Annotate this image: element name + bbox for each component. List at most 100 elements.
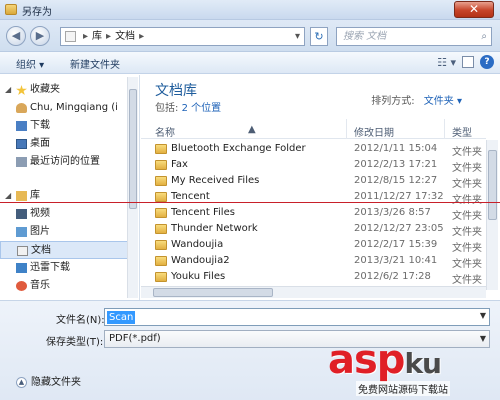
organize-button[interactable]: 组织 ▾ [16, 56, 44, 71]
file-modified-date: 2012/1/11 15:04 [354, 143, 438, 154]
nav-item-recent[interactable]: 最近访问的位置 [0, 153, 128, 171]
file-list-hscrollbar[interactable] [141, 286, 486, 298]
watermark: aspku 免费网站源码下载站 [328, 337, 500, 400]
table-row[interactable]: Youku Files 2012/6/2 17:28 文件夹 [141, 269, 486, 286]
table-row[interactable]: Wandoujia 2012/2/17 15:39 文件夹 [141, 237, 486, 254]
folder-icon [155, 224, 167, 234]
chevron-down-icon[interactable]: ▼ [480, 311, 486, 320]
address-row: ◀ ▶ ▸ 库 ▸ 文档 ▸ ▾ ↻ 搜索 文档 ⌕ [0, 20, 500, 52]
locations-link[interactable]: 2 个位置 [182, 103, 222, 114]
folder-icon [155, 176, 167, 186]
filename-input[interactable]: Scan ▼ [104, 308, 490, 326]
forward-button[interactable]: ▶ [30, 26, 50, 46]
library-title: 文档库 [155, 83, 197, 99]
vscrollbar-thumb[interactable] [488, 150, 497, 220]
chevron-down-icon[interactable]: ▾ [295, 28, 300, 45]
nav-favorites[interactable]: ◢ 收藏夹 [0, 81, 128, 99]
nav-item-videos[interactable]: 视频 [0, 205, 128, 223]
folder-icon [155, 240, 167, 250]
table-row[interactable]: My Received Files 2012/8/15 12:27 文件夹 [141, 173, 486, 190]
hide-folders-button[interactable]: ▲ 隐藏文件夹 [16, 373, 81, 388]
table-row[interactable]: Bluetooth Exchange Folder 2012/1/11 15:04… [141, 141, 486, 158]
column-header-type[interactable]: 类型 [452, 124, 472, 139]
file-list-pane: 文档库 包括: 2 个位置 排列方式: 文件夹 ▾ ▲ 名称 修改日期 类型 B… [141, 75, 500, 300]
new-folder-button[interactable]: 新建文件夹 [70, 56, 120, 71]
hscrollbar-thumb[interactable] [153, 288, 273, 297]
desktop-icon [16, 139, 27, 149]
filename-value: Scan [107, 311, 136, 324]
watermark-tagline: 免费网站源码下载站 [356, 381, 450, 396]
nav-item-documents[interactable]: 文档 [0, 241, 128, 259]
collapse-icon: ▲ [16, 376, 27, 388]
filename-label: 文件名(N): [56, 315, 105, 326]
filetype-label: 保存类型(T): [46, 337, 104, 348]
search-placeholder: 搜索 文档 [343, 31, 387, 42]
file-name: Wandoujia [171, 239, 224, 250]
watermark-logo: aspku [328, 337, 442, 383]
breadcrumb-library[interactable]: 库 [92, 31, 102, 42]
table-row[interactable]: Thunder Network 2012/12/27 23:05 文件夹 [141, 221, 486, 238]
nav-item-desktop[interactable]: 桌面 [0, 135, 128, 153]
file-modified-date: 2013/3/21 10:41 [354, 255, 438, 266]
folder-icon [5, 4, 17, 15]
nav-item-user[interactable]: Chu, Mingqiang (i [0, 99, 128, 117]
view-options-icon[interactable]: ☷ ▾ [437, 56, 456, 69]
pictures-icon [16, 227, 27, 237]
preview-pane-icon[interactable] [462, 56, 474, 68]
table-row[interactable]: Tencent Files 2013/3/26 8:57 文件夹 [141, 205, 486, 222]
file-type: 文件夹 [452, 259, 482, 270]
arrange-by-dropdown[interactable]: 文件夹 ▾ [424, 96, 462, 107]
file-type: 文件夹 [452, 227, 482, 238]
breadcrumb-documents[interactable]: 文档 [115, 31, 135, 42]
file-name: Fax [171, 159, 188, 170]
library-icon [16, 191, 27, 201]
file-type: 文件夹 [452, 243, 482, 254]
star-icon [16, 85, 27, 95]
file-type: 文件夹 [452, 211, 482, 222]
help-button[interactable]: ? [480, 55, 494, 69]
library-includes: 包括: 2 个位置 [155, 103, 222, 114]
location-icon [65, 31, 76, 42]
file-name: My Received Files [171, 175, 260, 186]
search-input[interactable]: 搜索 文档 ⌕ [336, 27, 492, 46]
file-name: Tencent Files [171, 207, 235, 218]
file-type: 文件夹 [452, 275, 482, 286]
file-name: Thunder Network [171, 223, 258, 234]
address-bar[interactable]: ▸ 库 ▸ 文档 ▸ ▾ [60, 27, 305, 46]
file-modified-date: 2011/12/27 17:32 [354, 191, 444, 202]
download-icon [16, 121, 27, 131]
sort-arrow-icon: ▲ [248, 124, 256, 135]
back-button[interactable]: ◀ [6, 26, 26, 46]
nav-item-music[interactable]: 音乐 [0, 277, 128, 295]
expand-icon[interactable]: ◢ [5, 81, 11, 99]
column-header-name[interactable]: 名称 [155, 124, 175, 139]
user-icon [16, 103, 27, 113]
refresh-button[interactable]: ↻ [310, 27, 328, 46]
nav-scrollbar[interactable] [127, 77, 138, 298]
nav-scrollbar-thumb[interactable] [129, 89, 137, 209]
file-name: Tencent [171, 191, 210, 202]
nav-item-downloads[interactable]: 下载 [0, 117, 128, 135]
file-type: 文件夹 [452, 195, 482, 206]
window-title: 另存为 [22, 7, 52, 18]
toolbar: 组织 ▾ 新建文件夹 ☷ ▾ ? [0, 52, 500, 74]
file-list-vscrollbar[interactable] [486, 140, 498, 290]
file-modified-date: 2012/2/13 17:21 [354, 159, 438, 170]
search-icon[interactable]: ⌕ [481, 28, 487, 45]
file-modified-date: 2012/8/15 12:27 [354, 175, 438, 186]
nav-item-xunlei[interactable]: 迅雷下载 [0, 259, 128, 277]
table-row[interactable]: Fax 2012/2/13 17:21 文件夹 [141, 157, 486, 174]
file-type: 文件夹 [452, 147, 482, 158]
nav-item-pictures[interactable]: 图片 [0, 223, 128, 241]
file-modified-date: 2012/12/27 23:05 [354, 223, 444, 234]
xunlei-icon [16, 263, 27, 273]
column-header-modified[interactable]: 修改日期 [354, 124, 394, 139]
folder-icon [155, 208, 167, 218]
table-row[interactable]: Wandoujia2 2013/3/21 10:41 文件夹 [141, 253, 486, 270]
close-button[interactable]: ✕ [454, 1, 494, 18]
folder-icon [155, 192, 167, 202]
file-modified-date: 2012/2/17 15:39 [354, 239, 438, 250]
filetype-value: PDF(*.pdf) [109, 333, 161, 344]
recent-places-icon [16, 157, 27, 167]
file-name: Bluetooth Exchange Folder [171, 143, 306, 154]
